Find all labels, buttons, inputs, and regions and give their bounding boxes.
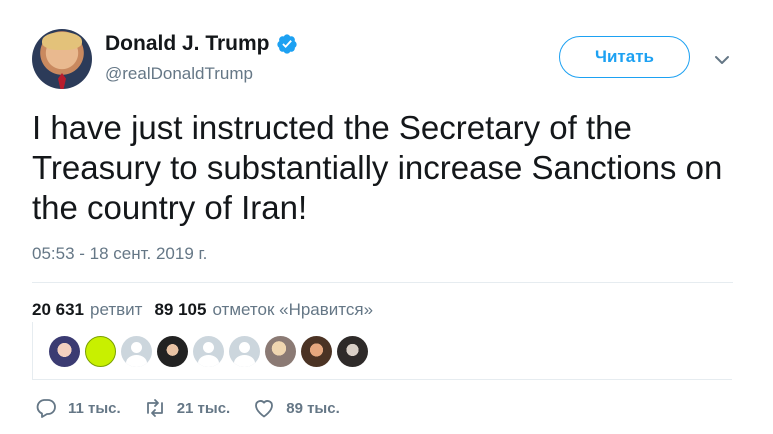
retweets-label: ретвит bbox=[90, 300, 143, 319]
like-icon bbox=[255, 400, 274, 418]
tweet-stats: 20 631 ретвит 89 105 отметок «Нравится» bbox=[32, 300, 373, 320]
liker-avatar-1[interactable] bbox=[49, 336, 80, 367]
author-handle[interactable]: @realDonaldTrump bbox=[105, 64, 253, 84]
chevron-down-icon[interactable] bbox=[712, 50, 732, 70]
tweet-timestamp[interactable]: 05:53 - 18 сент. 2019 г. bbox=[32, 244, 207, 264]
likes-stat[interactable]: 89 105 отметок «Нравится» bbox=[154, 300, 373, 320]
follow-button[interactable]: Читать bbox=[559, 36, 690, 78]
reply-button[interactable]: 11 тыс. bbox=[34, 396, 121, 420]
liker-avatar-6[interactable] bbox=[229, 336, 260, 367]
likes-count: 89 105 bbox=[154, 300, 207, 319]
likes-label: отметок «Нравится» bbox=[212, 300, 374, 319]
liker-avatar-2[interactable] bbox=[85, 336, 116, 367]
retweets-count: 20 631 bbox=[32, 300, 84, 319]
liker-avatar-9[interactable] bbox=[337, 336, 368, 367]
liker-avatars-row bbox=[49, 336, 368, 367]
avatar-hair bbox=[42, 32, 82, 50]
liker-avatar-3[interactable] bbox=[121, 336, 152, 367]
verified-badge-icon bbox=[276, 34, 297, 54]
reply-icon bbox=[36, 399, 56, 418]
author-avatar[interactable] bbox=[32, 29, 92, 89]
tweet-text: I have just instructed the Secretary of … bbox=[32, 109, 723, 226]
liker-avatar-4[interactable] bbox=[157, 336, 188, 367]
like-button[interactable]: 89 тыс. bbox=[252, 396, 340, 420]
author-name-row: Donald J. Trump bbox=[105, 32, 298, 56]
reply-count: 11 тыс. bbox=[68, 399, 121, 417]
retweet-button[interactable]: 21 тыс. bbox=[143, 396, 231, 420]
liker-avatars-panel bbox=[32, 322, 732, 380]
liker-avatar-7[interactable] bbox=[265, 336, 296, 367]
retweet-icon bbox=[146, 399, 163, 417]
avatar-tie bbox=[58, 73, 66, 89]
divider-top bbox=[32, 282, 733, 283]
retweets-stat[interactable]: 20 631 ретвит bbox=[32, 300, 142, 320]
liker-avatar-5[interactable] bbox=[193, 336, 224, 367]
like-count: 89 тыс. bbox=[286, 399, 340, 417]
liker-avatar-8[interactable] bbox=[301, 336, 332, 367]
author-name[interactable]: Donald J. Trump bbox=[105, 32, 270, 56]
tweet-actions: 11 тыс. 21 тыс. 89 тыс. bbox=[34, 396, 362, 420]
retweet-count: 21 тыс. bbox=[176, 399, 231, 417]
